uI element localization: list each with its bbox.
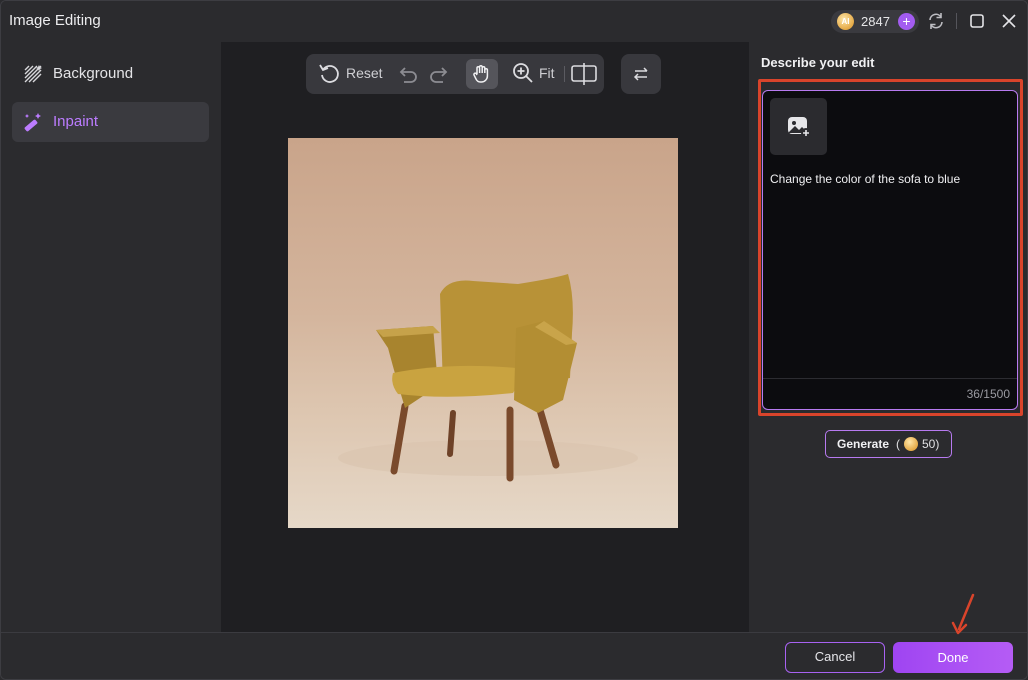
toolbar-divider [564, 66, 565, 82]
panel-title: Describe your edit [761, 55, 875, 70]
reset-button[interactable]: Reset [318, 62, 383, 86]
window-title: Image Editing [9, 12, 101, 29]
hand-icon [473, 65, 489, 83]
redo-icon[interactable] [430, 62, 452, 86]
sidebar-item-label: Background [53, 65, 134, 82]
upload-image-button[interactable] [770, 98, 827, 155]
fit-label: Fit [539, 65, 555, 81]
swap-button[interactable] [621, 54, 661, 94]
armchair-illustration [338, 274, 638, 482]
canvas-toolbar: Reset Fit [306, 54, 604, 94]
character-count: 36/1500 [966, 387, 1010, 401]
tool-sidebar: Background Inpaint [1, 42, 221, 632]
swap-arrows-icon [633, 67, 648, 81]
zoom-in-icon [513, 63, 533, 83]
title-bar: Image Editing AI 2847 + [1, 1, 1027, 42]
add-image-icon [788, 117, 811, 138]
sidebar-item-inpaint[interactable]: Inpaint [12, 102, 209, 142]
background-pattern-icon [24, 65, 42, 83]
titlebar-divider [956, 13, 957, 29]
magic-wand-icon [24, 113, 41, 132]
refresh-icon[interactable] [926, 11, 946, 31]
cancel-button[interactable]: Cancel [785, 642, 885, 673]
credits-pill[interactable]: AI 2847 + [831, 10, 919, 33]
ai-coin-icon: AI [837, 13, 854, 30]
compare-icon[interactable] [571, 62, 597, 86]
prompt-divider [763, 378, 1017, 379]
annotation-arrow-icon [951, 593, 975, 635]
zoom-fit-button[interactable]: Fit [512, 62, 558, 86]
dialog-footer: Cancel Done [1, 632, 1027, 679]
pan-tool-button[interactable] [466, 59, 498, 89]
generate-open-paren: ( [896, 437, 900, 451]
maximize-icon[interactable] [967, 11, 987, 31]
prompt-text: Change the color of the sofa to blue [770, 172, 961, 186]
generate-button[interactable]: Generate ( 50) [825, 430, 952, 458]
coin-icon [904, 437, 918, 451]
close-icon[interactable] [999, 11, 1019, 31]
reset-label: Reset [346, 65, 383, 81]
sidebar-item-background[interactable]: Background [12, 54, 209, 94]
credits-count: 2847 [861, 14, 890, 29]
undo-icon[interactable] [395, 62, 417, 86]
done-button[interactable]: Done [893, 642, 1013, 673]
generate-label: Generate [837, 437, 890, 451]
edit-panel: Describe your edit Change the color of t… [749, 42, 1027, 632]
edit-image [288, 138, 678, 528]
generate-cost: 50) [922, 437, 940, 451]
image-editing-window: Image Editing AI 2847 + Background Inpai… [0, 0, 1028, 680]
add-credits-button[interactable]: + [898, 13, 915, 30]
prompt-textarea[interactable]: Change the color of the sofa to blue 36/… [762, 90, 1018, 410]
canvas-area: Reset Fit [221, 42, 749, 632]
reset-icon [319, 64, 339, 83]
sidebar-item-label: Inpaint [53, 113, 99, 130]
